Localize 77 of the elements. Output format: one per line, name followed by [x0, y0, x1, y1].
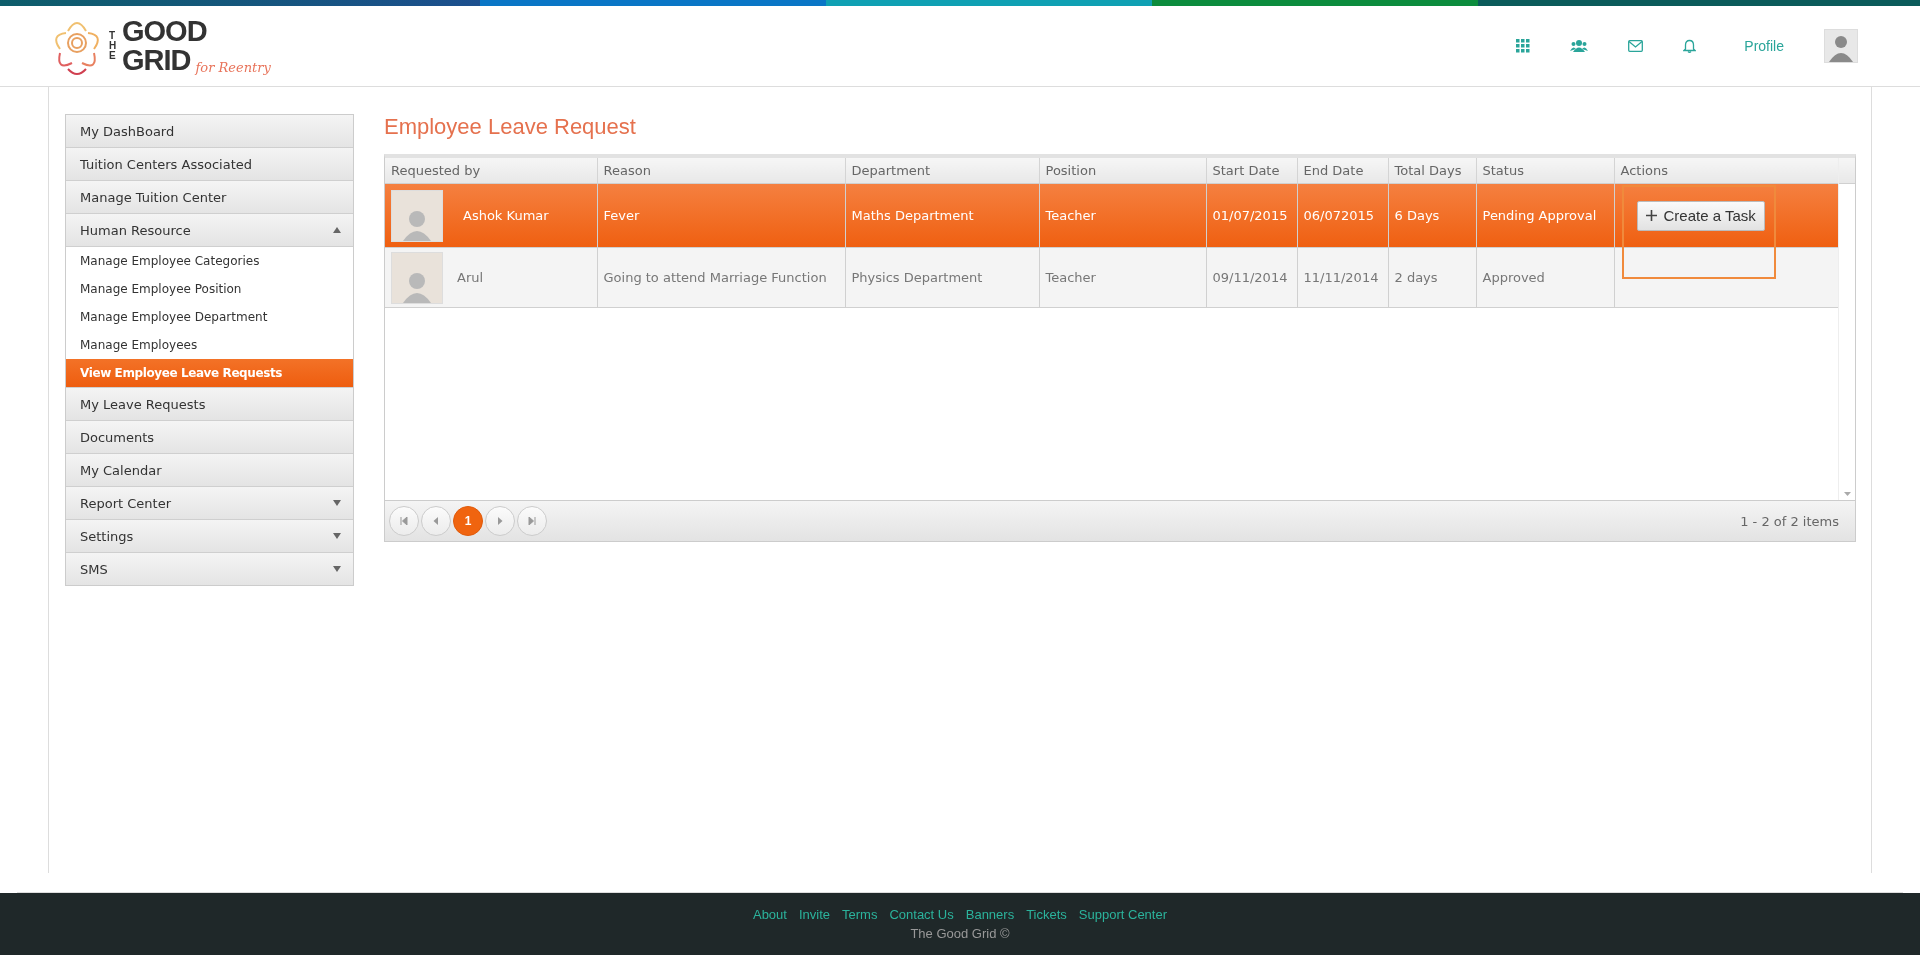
footer-link[interactable]: Contact Us [889, 907, 954, 922]
caret-up-icon [333, 227, 341, 233]
sidebar-subitem[interactable]: View Employee Leave Requests [66, 359, 353, 387]
first-page-button[interactable] [389, 506, 419, 536]
table-cell: 11/11/2014 [1303, 270, 1379, 285]
users-icon[interactable] [1570, 39, 1589, 53]
logo-text: GRID [122, 46, 191, 75]
create-task-button[interactable]: Create a Task [1636, 200, 1765, 231]
sidebar-item[interactable]: Manage Tuition Center [66, 181, 353, 214]
table-cell: Arul [457, 270, 484, 285]
logo-text: GOOD [122, 17, 208, 46]
last-page-icon [528, 517, 536, 525]
table-cell: Going to attend Marriage Function [603, 270, 827, 285]
sidebar-item[interactable]: My DashBoard [66, 115, 353, 148]
pager-info: 1 - 2 of 2 items [1740, 513, 1839, 529]
sidebar-subitem[interactable]: Manage Employee Department [66, 303, 353, 331]
mail-icon[interactable] [1628, 40, 1644, 52]
table-cell: Pending Approval [1482, 208, 1597, 223]
copyright-text: The Good Grid © [910, 926, 1010, 941]
table-cell: 2 days [1394, 270, 1438, 285]
previous-page-button[interactable] [421, 506, 451, 536]
sidebar-item[interactable]: SMS [66, 553, 353, 585]
footer-link[interactable]: Terms [842, 907, 878, 922]
table-cell: Fever [603, 208, 640, 223]
sidebar-subitem[interactable]: Manage Employee Position [66, 275, 353, 303]
bell-icon[interactable] [1683, 39, 1697, 53]
table-cell: 6 Days [1394, 208, 1440, 223]
table-cell: 01/07/2015 [1212, 208, 1288, 223]
sidebar-item[interactable]: Settings [66, 520, 353, 553]
page-title: Employee Leave Request [384, 114, 637, 140]
apps-grid-icon[interactable] [1516, 39, 1531, 53]
next-page-button[interactable] [485, 506, 515, 536]
profile-link[interactable]: Profile [1744, 38, 1784, 54]
footer-link[interactable]: Tickets [1026, 907, 1067, 922]
table-cell: 09/11/2014 [1212, 270, 1288, 285]
column-header[interactable]: Reason [597, 158, 845, 184]
sidebar-item[interactable]: My Leave Requests [66, 388, 353, 421]
table-cell: Maths Department [851, 208, 974, 223]
first-page-icon [400, 517, 408, 525]
table-cell: Teacher [1045, 270, 1096, 285]
caret-down-icon [333, 500, 341, 506]
footer-link[interactable]: Support Center [1078, 907, 1168, 922]
sidebar-item[interactable]: Documents [66, 421, 353, 454]
previous-page-icon [432, 517, 440, 525]
sidebar-subitem[interactable]: Manage Employee Categories [66, 247, 353, 275]
footer-link[interactable]: Banners [965, 907, 1015, 922]
column-header[interactable]: Requested by [385, 158, 597, 184]
sidebar-item[interactable]: Tuition Centers Associated [66, 148, 353, 181]
column-header[interactable]: Start Date [1206, 158, 1297, 184]
last-page-button[interactable] [517, 506, 547, 536]
footer-link[interactable]: Invite [798, 907, 831, 922]
column-header[interactable]: Position [1039, 158, 1206, 184]
column-header[interactable]: Status [1476, 158, 1614, 184]
scroll-down-icon[interactable] [1843, 492, 1851, 496]
column-header[interactable]: Actions [1614, 158, 1838, 184]
sidebar-item[interactable]: Report Center [66, 487, 353, 520]
table-cell: Approved [1482, 270, 1545, 285]
sidebar-subitem[interactable]: Manage Employees [66, 331, 353, 359]
user-avatar-icon[interactable] [1824, 29, 1858, 63]
logo-text: THE [109, 31, 118, 61]
table-cell: Physics Department [851, 270, 983, 285]
column-header[interactable]: End Date [1297, 158, 1388, 184]
column-header[interactable]: Total Days [1388, 158, 1476, 184]
sidebar-item[interactable]: My Calendar [66, 454, 353, 487]
next-page-icon [496, 517, 504, 525]
table-cell: Teacher [1045, 208, 1096, 223]
column-header[interactable]: Department [845, 158, 1039, 184]
table-cell: Ashok Kumar [463, 208, 549, 223]
table-row[interactable]: Ashok Kumar Fever Maths Department Teacher 01/07/2015 06/072015 6 Days Pending Approval Create a Task [385, 183, 1855, 248]
sidebar-item[interactable]: Human Resource [66, 214, 353, 247]
plus-icon [1645, 210, 1657, 221]
table-cell: 06/072015 [1303, 208, 1375, 223]
logo-tagline: for Reentry [195, 60, 271, 75]
footer-link[interactable]: About [752, 907, 787, 922]
page-button[interactable]: 1 [453, 506, 483, 536]
caret-down-icon [333, 533, 341, 539]
caret-down-icon [333, 566, 341, 572]
